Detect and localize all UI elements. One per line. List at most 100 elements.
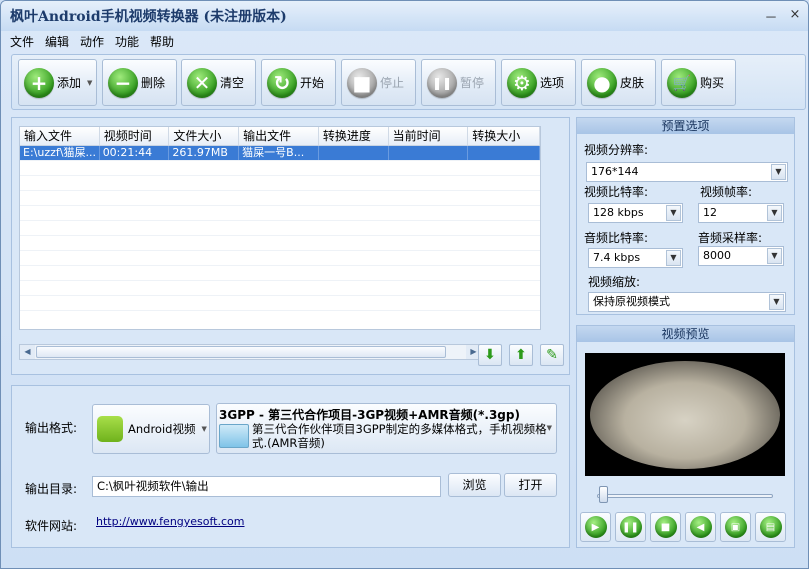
play-icon: ▶	[584, 516, 607, 538]
skin-apple-icon: ●	[587, 67, 617, 98]
minimize-button[interactable]: －	[763, 7, 779, 26]
table-cell: 00:21:44	[100, 146, 170, 160]
stop-icon: ■	[654, 516, 677, 538]
column-header[interactable]: 输入文件	[20, 127, 100, 145]
close-button[interactable]: ×	[787, 7, 803, 22]
table-cell: E:\uzzf\猫屎...	[20, 146, 100, 160]
table-row[interactable]: E:\uzzf\猫屎... 00:21:44 261.97MB 猫屎一号B...	[20, 146, 540, 161]
file-table: 输入文件 视频时间 文件大小 输出文件 转换进度 当前时间 转换大小 E:\uz…	[19, 126, 541, 330]
menu-bar: 文件 编辑 动作 功能 帮助	[1, 32, 808, 52]
open-button[interactable]: 打开	[504, 473, 557, 497]
chevron-down-icon: ▼	[771, 164, 786, 180]
column-header[interactable]: 输出文件	[239, 127, 319, 145]
website-label: 软件网站:	[25, 519, 78, 533]
menu-function[interactable]: 功能	[115, 33, 139, 50]
preset-panel: 预置选项 视频分辨率: 176*144 ▼ 视频比特率: 视频帧率: 128 k…	[576, 117, 795, 315]
column-header[interactable]: 文件大小	[169, 127, 240, 145]
table-row-empty	[20, 176, 540, 191]
delete-button[interactable]: − 删除	[102, 59, 177, 106]
resolution-select[interactable]: 176*144 ▼	[586, 162, 788, 182]
volume-button[interactable]: ◀	[685, 512, 716, 542]
video-bitrate-value: 128 kbps	[593, 206, 644, 219]
menu-action[interactable]: 动作	[80, 33, 104, 50]
horizontal-scrollbar[interactable]: ◀ ▶	[19, 344, 482, 360]
zoom-value: 保持原视频模式	[593, 295, 670, 308]
sample-rate-select[interactable]: 8000 ▼	[698, 246, 784, 266]
menu-file[interactable]: 文件	[10, 33, 34, 50]
toolbar: + 添加 ▼ − 删除 ✕ 清空 ↻ 开始 ■ 停止 ❚❚ 暂停 ⚙ 选项 ●	[11, 54, 806, 110]
move-down-button[interactable]: ⬇	[478, 344, 502, 366]
clear-button[interactable]: ✕ 清空	[181, 59, 256, 106]
refresh-icon: ↻	[267, 67, 297, 98]
scroll-left-icon[interactable]: ◀	[20, 345, 35, 359]
pause-preview-button[interactable]: ❚❚	[615, 512, 646, 542]
column-header[interactable]: 转换进度	[319, 127, 389, 145]
video-frame	[590, 361, 780, 469]
chevron-down-icon: ▼	[767, 205, 782, 221]
column-header[interactable]: 当前时间	[389, 127, 469, 145]
column-header[interactable]: 视频时间	[100, 127, 170, 145]
table-cell	[319, 146, 389, 160]
edit-button[interactable]: ✎	[540, 344, 564, 366]
stop-preview-button[interactable]: ■	[650, 512, 681, 542]
format-select[interactable]: 3GPP - 第三代合作项目-3GP视频+AMR音频(*.3gp) 第三代合作伙…	[216, 403, 557, 454]
table-row-empty	[20, 296, 540, 311]
android-video-label: Android视频	[128, 422, 196, 436]
table-row-empty	[20, 221, 540, 236]
table-row-empty	[20, 191, 540, 206]
skin-label: 皮肤	[620, 76, 645, 90]
delete-label: 删除	[141, 76, 166, 90]
table-cell: 猫屎一号B...	[239, 146, 319, 160]
table-header: 输入文件 视频时间 文件大小 输出文件 转换进度 当前时间 转换大小	[20, 127, 540, 146]
zoom-select[interactable]: 保持原视频模式 ▼	[588, 292, 786, 312]
file-list-panel: 输入文件 视频时间 文件大小 输出文件 转换进度 当前时间 转换大小 E:\uz…	[11, 117, 570, 375]
pause-label: 暂停	[460, 76, 485, 90]
column-header[interactable]: 转换大小	[468, 127, 540, 145]
add-button[interactable]: + 添加 ▼	[18, 59, 97, 106]
pause-button[interactable]: ❚❚ 暂停	[421, 59, 496, 106]
table-row-empty	[20, 281, 540, 296]
options-button[interactable]: ⚙ 选项	[501, 59, 576, 106]
audio-bitrate-value: 7.4 kbps	[593, 251, 641, 264]
stop-button[interactable]: ■ 停止	[341, 59, 416, 106]
menu-help[interactable]: 帮助	[150, 33, 174, 50]
folder-icon	[219, 424, 249, 448]
resolution-value: 176*144	[591, 165, 639, 178]
pause-icon: ❚❚	[427, 67, 457, 98]
skin-button[interactable]: ● 皮肤	[581, 59, 656, 106]
website-link[interactable]: http://www.fengyesoft.com	[96, 515, 245, 528]
snapshot-button[interactable]: ▣	[720, 512, 751, 542]
chevron-down-icon: ▼	[769, 294, 784, 310]
video-preview	[585, 353, 785, 476]
table-row-empty	[20, 161, 540, 176]
options-icon: ⚙	[507, 67, 537, 98]
clear-label: 清空	[220, 76, 245, 90]
fps-select[interactable]: 12 ▼	[698, 203, 784, 223]
play-button[interactable]: ▶	[580, 512, 611, 542]
arrow-up-icon: ⬆	[515, 347, 527, 363]
browse-button[interactable]: 浏览	[448, 473, 501, 497]
scrollbar-thumb[interactable]	[36, 346, 446, 358]
table-row-empty	[20, 206, 540, 221]
options-label: 选项	[540, 76, 565, 90]
start-button[interactable]: ↻ 开始	[261, 59, 336, 106]
output-dir-input[interactable]: C:\枫叶视频软件\输出	[92, 476, 441, 497]
fps-label: 视频帧率:	[700, 185, 753, 199]
menu-edit[interactable]: 编辑	[45, 33, 69, 50]
buy-button[interactable]: 🛒 购买	[661, 59, 736, 106]
output-panel: 输出格式: Android视频 ▼ 3GPP - 第三代合作项目-3GP视频+A…	[11, 385, 570, 548]
video-bitrate-select[interactable]: 128 kbps ▼	[588, 203, 683, 223]
android-video-button[interactable]: Android视频 ▼	[92, 404, 210, 454]
stop-label: 停止	[380, 76, 405, 90]
stop-icon: ■	[347, 67, 377, 98]
move-up-button[interactable]: ⬆	[509, 344, 533, 366]
resolution-label: 视频分辨率:	[584, 143, 649, 157]
preview-title: 视频预览	[577, 326, 794, 342]
table-cell: 261.97MB	[169, 146, 240, 160]
title-bar: 枫叶Android手机视频转换器 (未注册版本) － ×	[1, 1, 808, 31]
audio-bitrate-select[interactable]: 7.4 kbps ▼	[588, 248, 683, 268]
seek-slider-thumb[interactable]	[599, 486, 608, 503]
seek-slider[interactable]	[597, 494, 773, 498]
open-folder-button[interactable]: ▤	[755, 512, 786, 542]
add-label: 添加	[57, 76, 82, 90]
